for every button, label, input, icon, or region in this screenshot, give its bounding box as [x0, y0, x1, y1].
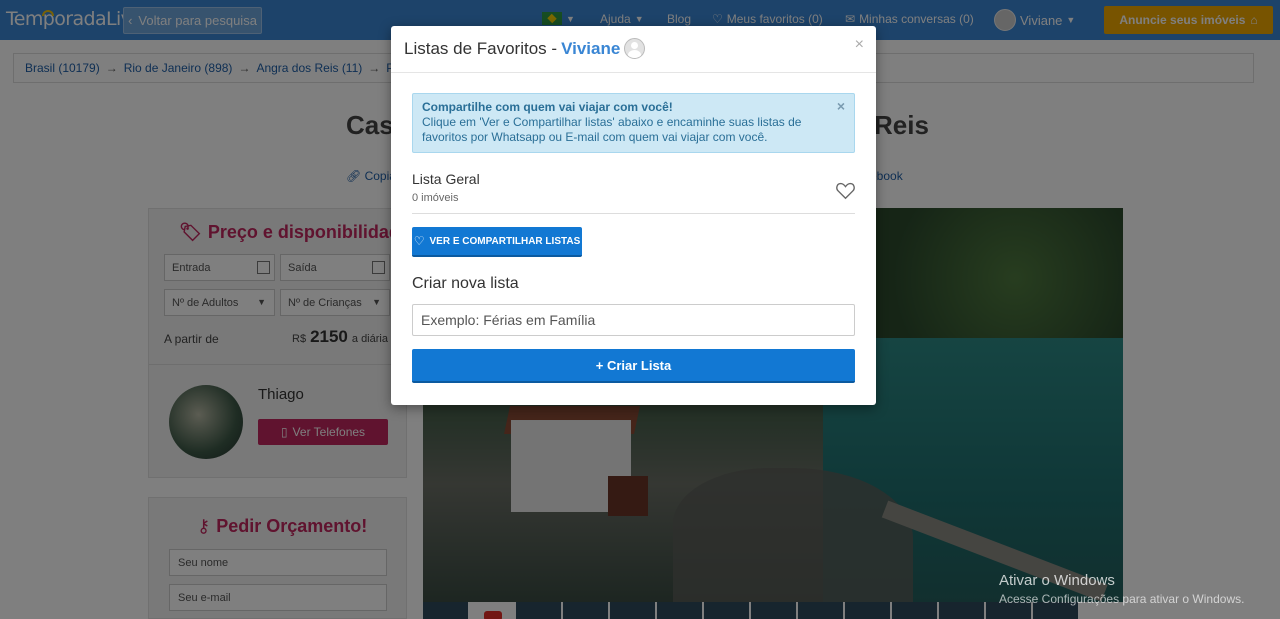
alert-body: Clique em 'Ver e Compartilhar listas' ab… — [422, 115, 802, 144]
close-icon[interactable]: × — [837, 99, 845, 114]
divider — [412, 213, 855, 214]
modal-title-text: Listas de Favoritos - — [404, 38, 558, 58]
windows-activation-title: Ativar o Windows — [999, 572, 1115, 589]
create-list-button[interactable]: + Criar Lista — [412, 349, 855, 383]
create-list-heading: Criar nova lista — [412, 275, 519, 292]
share-info-alert: Compartilhe com quem vai viajar com você… — [412, 93, 855, 153]
create-list-label: + Criar Lista — [595, 357, 672, 373]
view-share-lists-label: VER E COMPARTILHAR LISTAS — [429, 235, 581, 247]
new-list-name-input[interactable] — [412, 304, 855, 336]
modal-header: Listas de Favoritos - Viviane × — [391, 26, 876, 73]
modal-user-name: Viviane — [561, 38, 621, 58]
favorite-list-name[interactable]: Lista Geral — [412, 171, 480, 187]
view-share-lists-button[interactable]: ♡ VER E COMPARTILHAR LISTAS — [412, 227, 582, 257]
modal-title: Listas de Favoritos - Viviane — [404, 38, 646, 59]
windows-activation-text: Acesse Configurações para ativar o Windo… — [999, 592, 1245, 606]
alert-title: Compartilhe com quem vai viajar com você… — [422, 100, 673, 114]
close-icon[interactable]: × — [855, 36, 864, 54]
heart-icon[interactable] — [835, 181, 856, 200]
heart-icon: ♡ — [413, 234, 425, 248]
favorites-lists-modal: Listas de Favoritos - Viviane × Comparti… — [391, 26, 876, 405]
favorite-list-count: 0 imóveis — [412, 192, 459, 204]
user-avatar-icon — [624, 38, 646, 59]
